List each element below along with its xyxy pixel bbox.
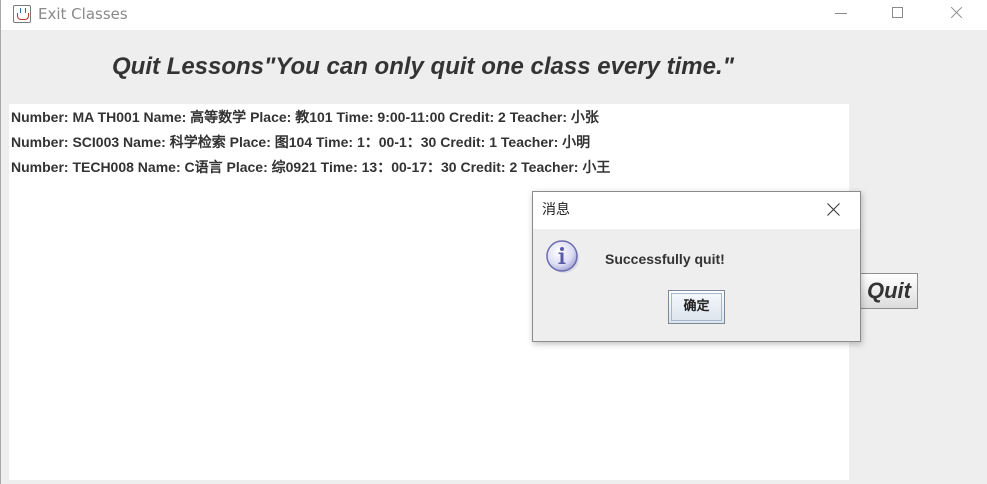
java-cup-icon <box>13 5 31 23</box>
minimize-button[interactable] <box>812 0 870 30</box>
list-item[interactable]: Number: TECH008 Name: C语言 Place: 综0921 T… <box>11 157 610 177</box>
dialog-message: Successfully quit! <box>605 251 725 267</box>
maximize-button[interactable] <box>869 0 927 30</box>
info-icon <box>546 240 579 273</box>
close-icon <box>949 6 963 20</box>
dialog-title-bar[interactable]: 消息 <box>533 192 860 229</box>
list-item[interactable]: Number: SCI003 Name: 科学检索 Place: 图104 Ti… <box>11 132 590 152</box>
dialog-close-icon[interactable] <box>825 202 841 218</box>
quit-button[interactable]: Quit <box>860 273 918 309</box>
minimize-icon <box>835 13 847 14</box>
window-title: Exit Classes <box>38 5 128 23</box>
maximize-icon <box>892 7 903 18</box>
message-dialog: 消息 Successfully quit! 确定 <box>532 191 861 342</box>
dialog-title: 消息 <box>542 202 570 218</box>
close-button[interactable] <box>927 0 985 30</box>
ok-button-label: 确定 <box>671 293 722 321</box>
ok-button[interactable]: 确定 <box>668 290 725 324</box>
list-item[interactable]: Number: MA TH001 Name: 高等数学 Place: 教101 … <box>11 107 599 127</box>
title-bar[interactable]: Exit Classes <box>1 0 987 30</box>
exit-classes-window: Exit Classes Quit Lessons"You can only q… <box>0 0 987 484</box>
page-heading: Quit Lessons"You can only quit one class… <box>112 53 735 80</box>
